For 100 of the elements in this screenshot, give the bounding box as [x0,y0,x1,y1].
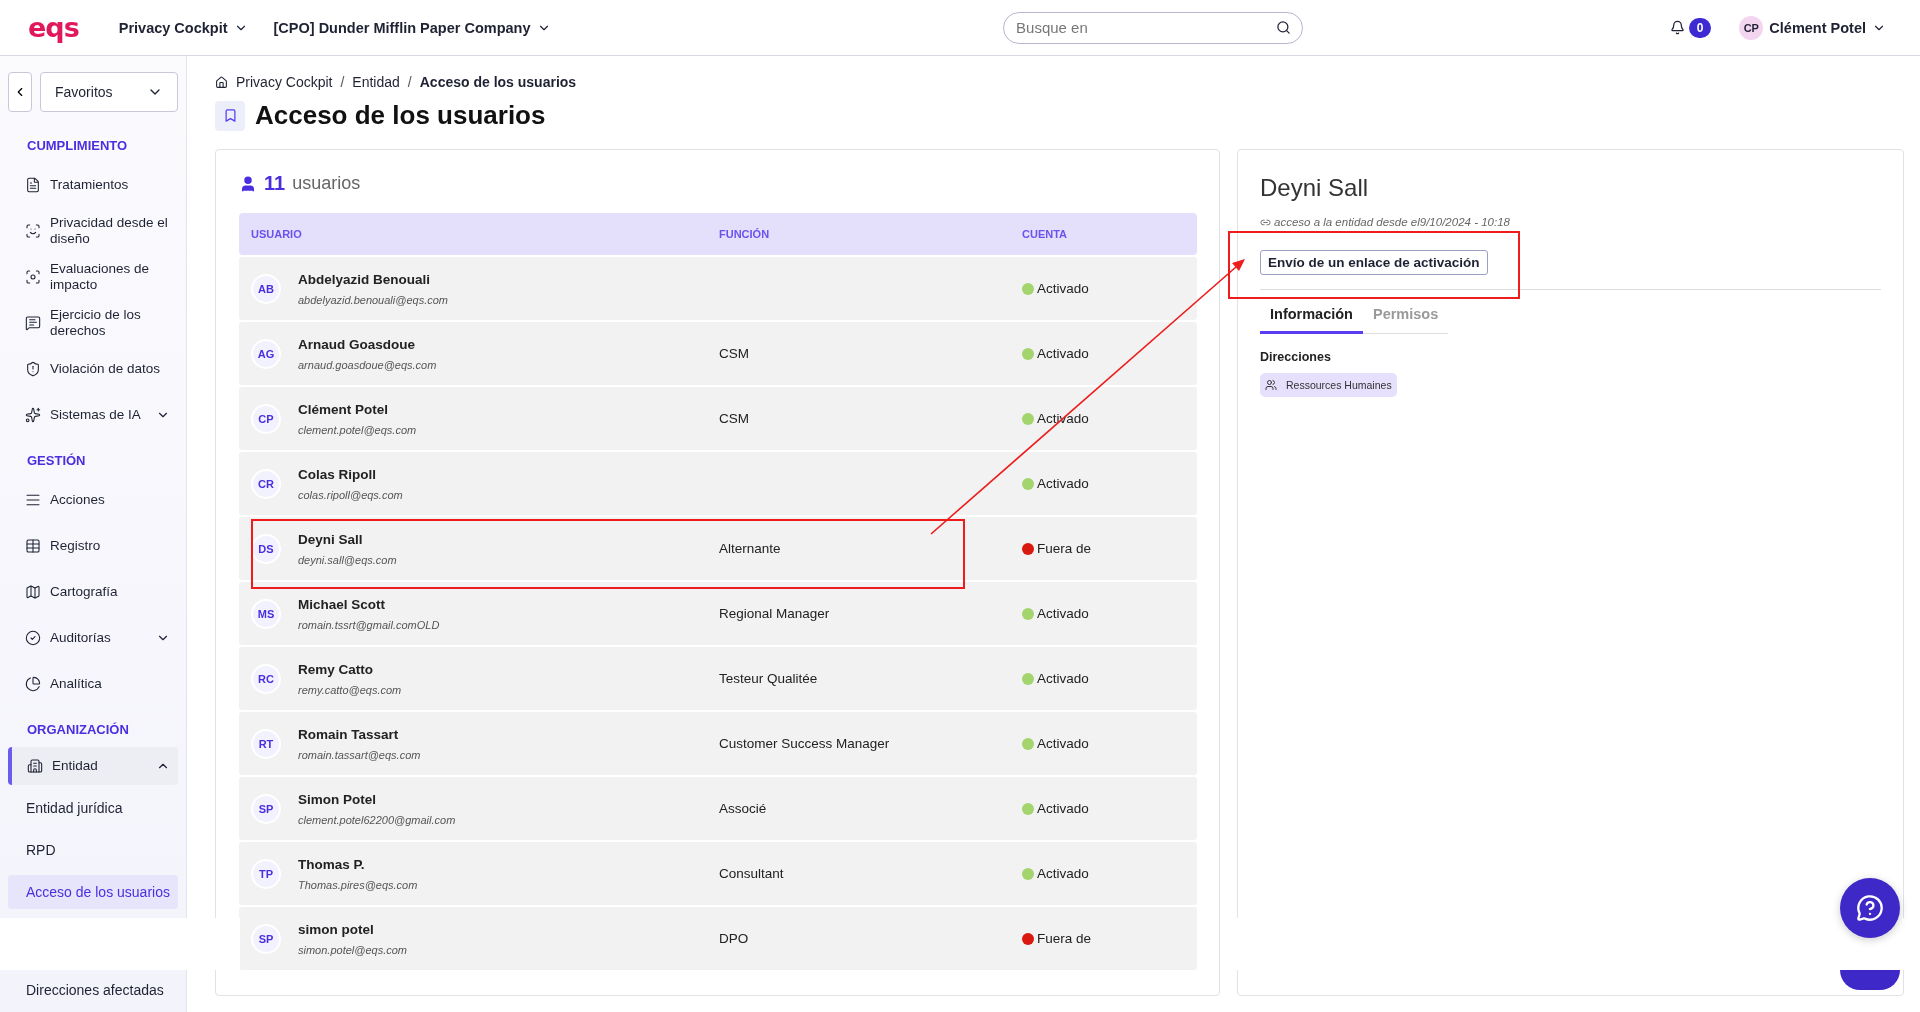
bookmark-icon [215,100,245,131]
user-row[interactable]: DS Deyni Sall deyni.sall@eqs.com Alternante Fuera de [239,517,1197,580]
avatar: TP [251,858,281,889]
avatar: AG [251,338,281,369]
column-header: CUENTA [1022,228,1068,240]
tab[interactable]: Información [1260,300,1363,334]
user-row[interactable]: MS Michael Scott romain.tssrt@gmail.comOLD Regional Manager Activado [239,582,1197,645]
search-icon [1276,19,1292,35]
map-icon [25,584,41,600]
status-text: Activado [1037,476,1089,491]
user-name: Deyni Sall [298,531,364,547]
sidebar-item[interactable]: Auditorías [8,616,178,660]
sidebar-item[interactable]: Entidad [8,747,178,785]
user-name: Abdelyazid Benouali [298,271,432,287]
user-row[interactable]: SP simon potel simon.potel@eqs.com DPO Fuera de [239,907,1197,970]
user-count: 11 [264,172,286,195]
user-row[interactable]: AB Abdelyazid Benouali abdelyazid.benouali@eqs.com Activado [239,257,1197,320]
sidebar-subitem[interactable]: Entidad jurídica [8,791,178,825]
check-circle-icon [25,630,41,646]
shield-icon [25,361,41,377]
role-cell-text: Customer Success Manager [719,736,891,751]
sidebar-item[interactable]: Tratamientos [8,163,178,207]
sidebar-subitem[interactable]: RPD [8,833,178,867]
activation-link-button[interactable]: Envío de un enlace de activación [1260,250,1488,275]
avatar: CP [251,403,281,434]
user-menu[interactable]: CP Clément Potel [1733,14,1892,41]
role-cell-text: Testeur Qualitée [719,671,819,686]
breadcrumb-separator: / [340,74,345,90]
user-email: colas.ripoll@eqs.com [298,488,403,501]
sparkles-icon [25,407,41,423]
chat-icon [25,315,41,331]
status-text: Activado [1037,736,1089,751]
user-name: Simon Potel [298,791,377,807]
status-text: Activado [1037,671,1089,686]
sidebar-item[interactable]: Cartografía [8,570,178,614]
help-icon [1856,894,1884,922]
status-text: Activado [1037,346,1089,361]
user-row[interactable]: RC Remy Catto remy.catto@eqs.com Testeur Qualitée Activado [239,647,1197,710]
user-name: Remy Catto [298,661,374,677]
role-cell-text: Alternante [719,541,782,556]
status-text: Fuera de [1037,931,1092,946]
user-name: simon potel [298,921,375,937]
notification-count: 0 [1688,17,1712,38]
bell-icon[interactable] [1669,20,1685,35]
sidebar-subitem[interactable]: Direcciones afectadas [8,973,178,1007]
user-name: Arnaud Goasdoue [298,336,416,352]
sidebar-item[interactable]: Privacidad desde el diseño [8,209,178,253]
status-text: Activado [1037,281,1089,296]
sidebar-item[interactable]: Analítica [8,662,178,706]
role-cell-text: CSM [719,411,750,426]
table-icon [25,538,41,554]
avatar: SP [251,793,281,824]
favorites-dropdown[interactable]: Favoritos [40,72,178,112]
section-label: Direcciones [1260,350,1332,364]
breadcrumb-link[interactable]: Privacy Cockpit [236,74,333,90]
user-row[interactable]: TP Thomas P. Thomas.pires@eqs.com Consultant Activado [239,842,1197,905]
user-email: clement.potel@eqs.com [298,423,417,436]
user-email: romain.tssrt@gmail.comOLD [298,618,440,631]
sidebar-subitem[interactable]: Acceso de los usuarios [8,875,178,909]
status-text: Activado [1037,606,1089,621]
user-email: simon.potel@eqs.com [298,943,407,956]
breadcrumb-link[interactable]: Acceso de los usuarios [419,74,577,90]
user-email: arnaud.goasdoue@eqs.com [298,358,437,371]
section-title: ORGANIZACIÓN [26,722,130,737]
avatar: SP [251,923,281,954]
sidebar-item[interactable]: Ejercicio de los derechos [8,301,178,345]
sidebar-item[interactable]: Registro [8,524,178,568]
user-email: Thomas.pires@eqs.com [298,878,418,891]
user-row[interactable]: AG Arnaud Goasdoue arnaud.goasdoue@eqs.com CSM Activado [239,322,1197,385]
user-count-label: usuarios [292,173,361,194]
logo[interactable]: eqs [28,12,79,43]
page-title: Acceso de los usuarios [255,100,546,131]
avatar: RT [251,728,281,759]
search-field[interactable]: Busque en [1003,11,1304,44]
role-cell-text: Associé [719,801,768,816]
top-menu[interactable]: [CPO] Dunder Mifflin Paper Company [273,15,551,40]
user-row[interactable]: RT Romain Tassart romain.tassart@eqs.com Customer Success Manager Activado [239,712,1197,775]
user-email: remy.catto@eqs.com [298,683,402,696]
sidebar-item[interactable]: Violación de datos [8,347,178,391]
sidebar-item[interactable]: Sistemas de IA [8,393,178,437]
sidebar-item[interactable]: Evaluaciones de impacto [8,255,178,299]
user-name: Thomas P. [298,856,366,872]
users-icon [1265,379,1277,391]
avatar: CR [251,468,281,499]
user-row[interactable]: CR Colas Ripoll colas.ripoll@eqs.com Activado [239,452,1197,515]
status-text: Activado [1037,866,1089,881]
column-header: FUNCIÓN [719,228,771,240]
department-tag: Ressources Humaines [1260,373,1397,397]
user-email: deyni.sall@eqs.com [298,553,397,566]
breadcrumb-link[interactable]: Entidad [352,74,400,90]
top-menu[interactable]: Privacy Cockpit [118,15,248,40]
detail-name: Deyni Sall [1260,174,1370,202]
breadcrumb-separator: / [407,74,412,90]
user-email: clement.potel62200@gmail.com [298,813,456,826]
pie-chart-icon [25,676,41,692]
access-note-text: acceso a la entidad desde el9/10/2024 - 10:18 [1274,216,1510,228]
user-name: Colas Ripoll [298,466,377,482]
sidebar-item[interactable]: Acciones [8,478,178,522]
role-cell-text: Regional Manager [719,606,831,621]
user-row[interactable]: SP Simon Potel clement.potel62200@gmail.com Associé Activado [239,777,1197,840]
